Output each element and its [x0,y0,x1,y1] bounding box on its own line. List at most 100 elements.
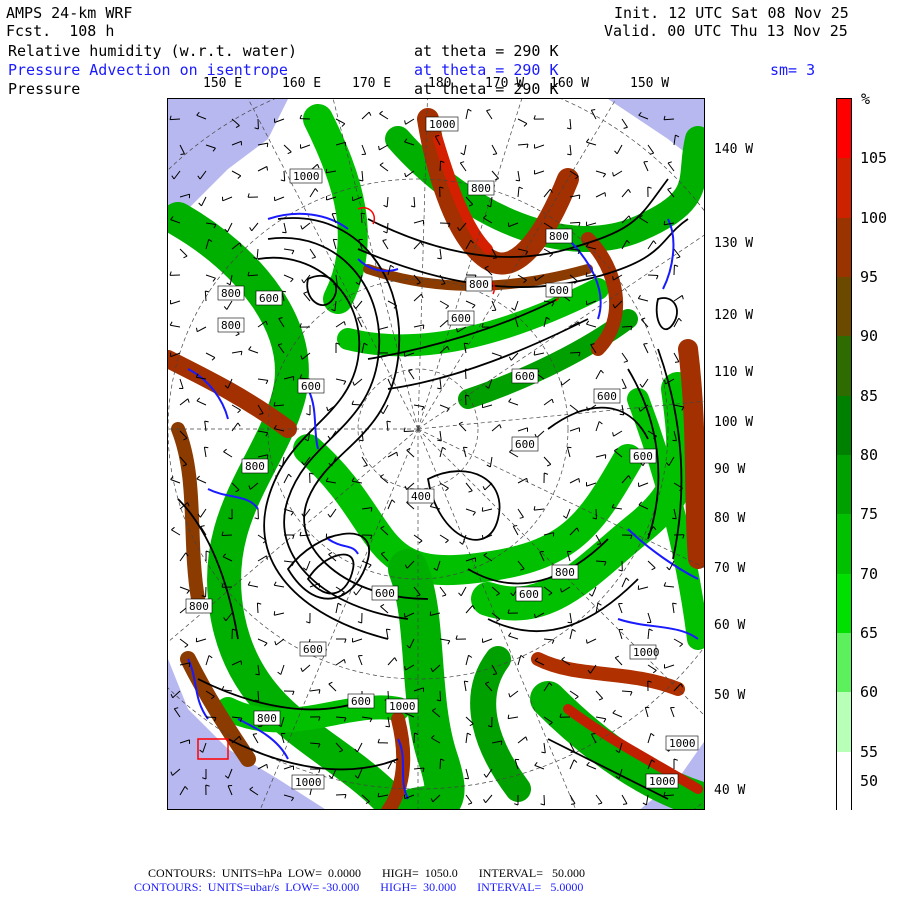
wind-barb [257,690,260,702]
wind-barb-flag [578,478,580,483]
lat-label: 100 W [714,415,754,430]
svg-text:1000: 1000 [669,737,696,750]
wind-barb-flag [370,507,373,512]
contour-label: 600 [347,693,375,709]
contour-label: 600 [299,641,327,657]
wind-barb [543,794,545,806]
contour-label: 800 [217,317,245,333]
wind-barb-flag [591,109,596,111]
lon-label: 160 W [550,76,590,91]
wind-barb [663,794,675,797]
wind-barb-flag [507,714,510,719]
contour-label: 600 [515,586,543,602]
svg-text:800: 800 [189,600,209,613]
svg-text:600: 600 [351,695,371,708]
wind-barb-flag [266,143,269,148]
wind-barb [464,368,467,380]
contour-label: 600 [511,436,539,452]
wind-barb-flag [422,324,425,329]
wind-barb-flag [619,413,624,416]
lat-label: 80 W [714,511,746,526]
svg-text:600: 600 [259,292,279,305]
contour-label: 1000 [629,644,660,660]
lat-label: 140 W [714,142,754,157]
svg-text:800: 800 [549,230,569,243]
svg-text:1000: 1000 [633,646,660,659]
lat-label: 120 W [714,308,754,323]
wind-barb-flag [643,343,648,345]
svg-text:800: 800 [221,319,241,332]
lat-label: 70 W [714,561,746,576]
wind-barb-flag [672,517,677,520]
wind-barb-flag [386,628,391,631]
svg-text:600: 600 [515,438,535,451]
contour-label: 600 [371,585,399,601]
wind-barb-flag [492,673,497,675]
wind-barb [283,170,286,182]
wind-barb-flag [325,168,328,173]
contour-label: 600 [511,368,539,384]
wind-barb [439,160,442,172]
contour-label: 1000 [665,735,699,751]
lon-label: 150 E [203,76,243,91]
svg-text:600: 600 [451,312,471,325]
colorbar-label: 70 [860,564,879,583]
colorbar-segment [837,514,851,574]
colorbar-label: 55 [860,742,879,761]
field3-name: Pressure [8,80,81,98]
field2-name: Pressure Advection on isentrope [8,61,288,79]
svg-text:600: 600 [633,450,653,463]
init-time: Init. 12 UTC Sat 08 Nov 25 [614,4,849,22]
contour-label: 800 [217,285,245,301]
wind-barb-flag [188,662,191,667]
contour-label: 600 [447,310,475,326]
contour-label: 1000 [385,698,419,714]
wind-barb-flag [396,452,398,457]
wind-barb-flag [570,751,575,753]
svg-text:1000: 1000 [293,170,320,183]
colorbar-label: 90 [860,327,879,346]
colorbar-segment [837,277,851,337]
lat-label: 110 W [714,365,754,380]
colorbar-label: 50 [860,772,879,791]
wind-barb-flag [240,351,243,356]
wind-barb-flag [435,135,440,137]
wind-barb-flag [377,792,380,797]
wind-barb [465,394,467,406]
contour-label: 600 [593,388,621,404]
contour-label: 800 [551,564,579,580]
colorbar-label: 105 [860,149,888,168]
colorbar-segment [837,99,851,159]
wind-barb [621,325,633,328]
lon-label: 150 W [630,76,670,91]
wind-barb-flag [266,166,268,171]
lat-label: 90 W [714,462,746,477]
wind-barb-flag [526,478,528,483]
wind-barb [351,403,363,406]
wind-barb-flag [500,740,503,746]
wind-barb [595,508,597,520]
contour-label: 400 [407,488,435,504]
contour-label: 800 [253,710,281,726]
contour-label: 800 [545,228,573,244]
svg-text:600: 600 [515,370,535,383]
colorbar-label: 65 [860,624,879,642]
svg-text:600: 600 [375,587,395,600]
wind-barb [169,118,181,121]
wind-barb-flag [273,611,276,616]
svg-text:800: 800 [555,566,575,579]
colorbar-label: 75 [860,505,879,524]
svg-text:1000: 1000 [389,700,416,713]
forecast-hour: Fcst. 108 h [6,22,115,40]
colorbar-segment [837,633,851,693]
wind-barb-flag [464,680,469,683]
wind-barb-flag [196,327,198,332]
wind-barb [403,430,415,432]
svg-text:400: 400 [411,490,431,503]
colorbar-segment [837,217,851,277]
wind-barb-flag [266,764,268,769]
svg-text:800: 800 [471,182,491,195]
wind-barb [221,534,233,536]
colorbar-label: 100 [860,208,888,227]
colorbar-segment [837,573,851,633]
